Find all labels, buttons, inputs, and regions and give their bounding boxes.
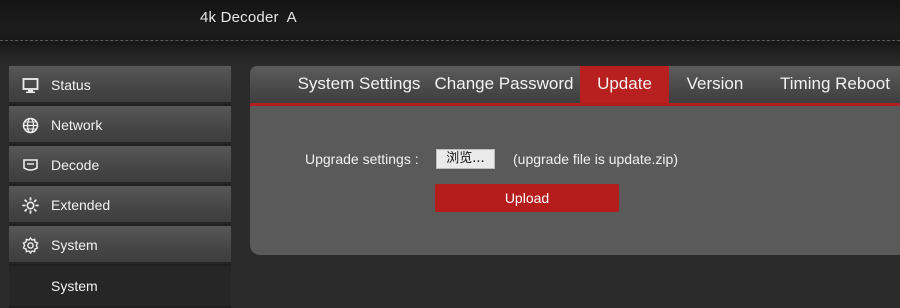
tab-timing-reboot[interactable]: Timing Reboot <box>774 66 896 106</box>
sidebar-item-label: Status <box>51 77 91 93</box>
tab-update[interactable]: Update <box>580 66 669 106</box>
sidebar-item-label: System <box>51 237 98 253</box>
display-icon <box>23 159 38 171</box>
sidebar-item-network[interactable]: Network <box>9 106 231 144</box>
sidebar-item-label: Network <box>51 117 103 133</box>
browse-button[interactable]: 浏览... <box>436 149 495 169</box>
sidebar-item-extended[interactable]: Extended <box>9 186 231 224</box>
sidebar-item-status[interactable]: Status <box>9 66 231 104</box>
gear-icon <box>22 237 39 254</box>
sidebar-subitem-label: System <box>51 278 98 294</box>
monitor-icon <box>22 78 39 93</box>
update-panel <box>250 106 900 255</box>
globe-icon <box>22 117 39 134</box>
upload-button[interactable]: Upload <box>435 184 619 212</box>
app-header: 4k Decoder A <box>0 0 900 45</box>
device-title: 4k Decoder A <box>200 9 297 26</box>
sidebar-item-label: Extended <box>51 197 111 213</box>
sidebar-subitem-system[interactable]: System <box>9 266 231 306</box>
header-divider <box>0 40 900 41</box>
sun-gear-icon <box>22 197 39 214</box>
sidebar: Status Network Decode Extended System Sy… <box>9 66 231 308</box>
sidebar-item-label: Decode <box>51 157 100 173</box>
sidebar-item-system[interactable]: System <box>9 226 231 264</box>
tab-version[interactable]: Version <box>674 66 756 106</box>
tab-system-settings[interactable]: System Settings <box>274 66 444 106</box>
tab-bar: System Settings Change Password Update V… <box>250 66 900 106</box>
upgrade-settings-label: Upgrade settings : <box>305 151 419 167</box>
sidebar-item-decode[interactable]: Decode <box>9 146 231 184</box>
header-shadow <box>0 45 900 65</box>
tab-change-password[interactable]: Change Password <box>430 66 578 106</box>
upgrade-file-hint: (upgrade file is update.zip) <box>513 151 678 167</box>
